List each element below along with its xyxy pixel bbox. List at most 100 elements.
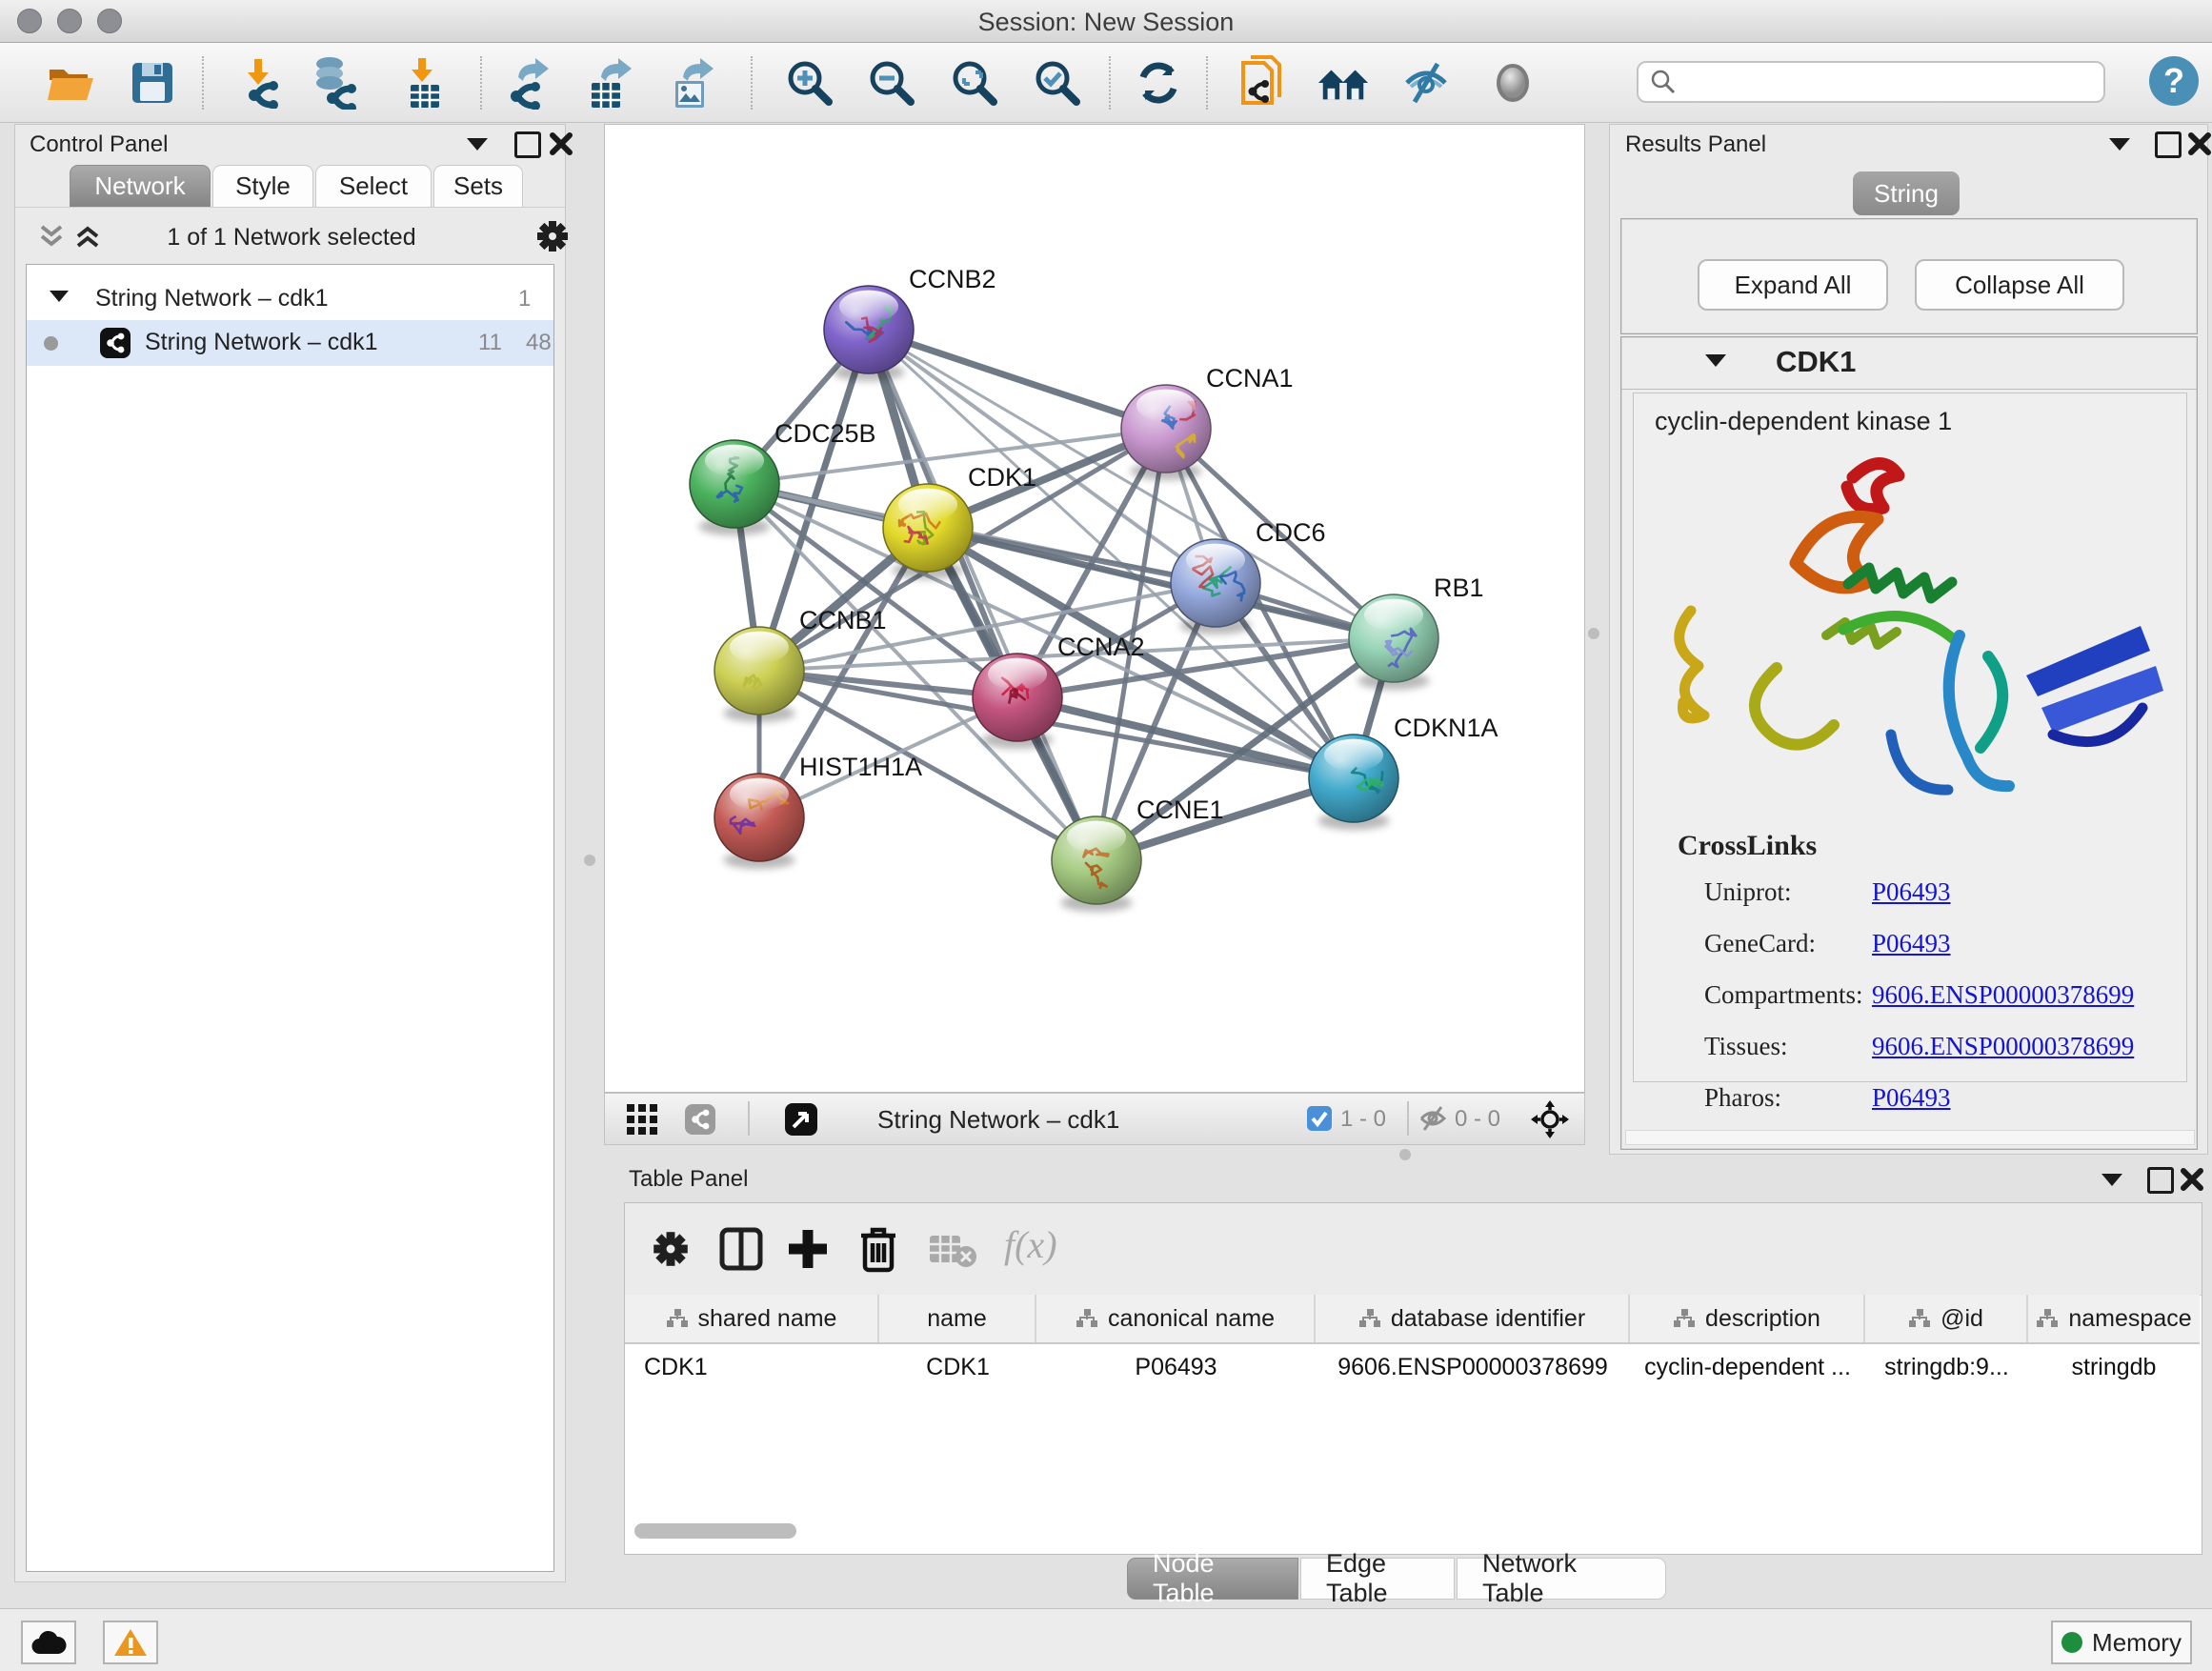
network-node-CDKN1A[interactable] bbox=[1309, 735, 1398, 830]
tab-sets[interactable]: Sets bbox=[433, 165, 523, 207]
zoom-selected-button[interactable] bbox=[1031, 56, 1084, 110]
search-field[interactable] bbox=[1637, 61, 2105, 103]
cloud-status-button[interactable] bbox=[21, 1621, 76, 1664]
protein-entry-expand-icon[interactable] bbox=[1705, 354, 1726, 367]
selected-checkbox-icon[interactable] bbox=[1306, 1105, 1333, 1132]
column-header[interactable]: @id bbox=[1865, 1295, 2028, 1342]
grid-view-icon[interactable] bbox=[626, 1103, 658, 1136]
crosslink-tissues-link[interactable]: 9606.ENSP00000378699 bbox=[1872, 1032, 2134, 1061]
column-header[interactable]: shared name bbox=[625, 1295, 879, 1342]
string-preview-button[interactable] bbox=[1486, 56, 1539, 110]
zoom-out-button[interactable] bbox=[865, 56, 918, 110]
crosslink-compartments-link[interactable]: 9606.ENSP00000378699 bbox=[1872, 980, 2134, 1010]
fit-content-button[interactable] bbox=[948, 56, 1001, 110]
window-title: Session: New Session bbox=[0, 8, 2212, 37]
node-label-CDC6: CDC6 bbox=[1256, 518, 1326, 547]
crosslink-genecard-link[interactable]: P06493 bbox=[1872, 929, 1951, 958]
network-node-CCNE1[interactable] bbox=[1052, 816, 1141, 912]
zoom-in-button[interactable] bbox=[783, 56, 836, 110]
warnings-button[interactable] bbox=[103, 1621, 158, 1664]
table-panel-float-icon[interactable] bbox=[2147, 1167, 2174, 1194]
navigate-crosshair-icon[interactable] bbox=[1531, 1100, 1569, 1138]
tab-node-table[interactable]: Node Table bbox=[1127, 1558, 1298, 1600]
column-header[interactable]: canonical name bbox=[1036, 1295, 1316, 1342]
delete-column-icon[interactable] bbox=[857, 1224, 899, 1274]
help-icon: ? bbox=[2149, 56, 2199, 106]
tab-style[interactable]: Style bbox=[212, 165, 313, 207]
search-icon bbox=[1650, 69, 1677, 95]
network-node-CDC25B[interactable] bbox=[690, 440, 779, 535]
memory-label: Memory bbox=[2092, 1628, 2182, 1658]
table-panel-collapse-icon[interactable] bbox=[2101, 1174, 2122, 1186]
left-splitter-handle[interactable] bbox=[584, 855, 595, 866]
network-collection-row[interactable]: String Network – cdk1 1 bbox=[27, 278, 553, 320]
results-hscrollbar[interactable] bbox=[1625, 1130, 2195, 1145]
tab-select[interactable]: Select bbox=[315, 165, 432, 207]
import-network-file-button[interactable] bbox=[232, 56, 286, 110]
save-session-button[interactable] bbox=[126, 56, 179, 110]
table-settings-gear-icon[interactable] bbox=[652, 1230, 690, 1268]
import-table-file-button[interactable] bbox=[397, 56, 451, 110]
memory-button[interactable]: Memory bbox=[2051, 1621, 2192, 1664]
table-panel-close-icon[interactable] bbox=[2180, 1167, 2204, 1192]
network-badge-icon[interactable] bbox=[684, 1103, 716, 1136]
refresh-view-button[interactable] bbox=[1132, 56, 1185, 110]
tab-string[interactable]: String bbox=[1853, 171, 1960, 215]
crosslink-uniprot-link[interactable]: P06493 bbox=[1872, 877, 1951, 907]
help-button[interactable]: ? bbox=[2149, 56, 2199, 106]
network-node-CDK1[interactable] bbox=[883, 484, 973, 579]
network-node-RB1[interactable] bbox=[1349, 594, 1438, 690]
export-network-button[interactable] bbox=[502, 56, 555, 110]
column-header[interactable]: database identifier bbox=[1316, 1295, 1630, 1342]
open-session-button[interactable] bbox=[45, 56, 98, 110]
table-row[interactable]: CDK1 CDK1 P06493 9606.ENSP00000378699 cy… bbox=[625, 1344, 2200, 1390]
show-columns-icon[interactable] bbox=[718, 1226, 764, 1272]
column-header[interactable]: namespace bbox=[2028, 1295, 2200, 1342]
network-node-CCNA2[interactable] bbox=[973, 654, 1062, 749]
control-panel-float-icon[interactable] bbox=[514, 131, 541, 158]
zoom-in-icon bbox=[785, 58, 835, 108]
network-node-CCNB1[interactable] bbox=[714, 627, 804, 722]
network-graph[interactable]: CCNB2CCNA1CDC25BCDK1CDC6RB1CCNB1CCNA2CDK… bbox=[605, 125, 1582, 1090]
expand-all-icon[interactable] bbox=[74, 223, 105, 250]
network-node-CCNA1[interactable] bbox=[1121, 385, 1211, 480]
protein-entry-header[interactable]: CDK1 bbox=[1621, 337, 2197, 390]
network-edge-CCNB2-CCNA1[interactable] bbox=[869, 330, 1166, 429]
collapse-all-button[interactable]: Collapse All bbox=[1915, 259, 2124, 311]
column-header[interactable]: name bbox=[879, 1295, 1036, 1342]
export-table-button[interactable] bbox=[583, 56, 636, 110]
right-splitter-handle[interactable] bbox=[1588, 628, 1599, 639]
network-row[interactable]: String Network – cdk1 11 48 bbox=[27, 320, 553, 366]
string-home-button[interactable] bbox=[1317, 56, 1370, 110]
table-hscrollbar-thumb[interactable] bbox=[634, 1523, 796, 1539]
search-input[interactable] bbox=[1677, 68, 2090, 96]
results-panel-float-icon[interactable] bbox=[2155, 131, 2182, 158]
crosslink-pharos-link[interactable]: P06493 bbox=[1872, 1083, 1951, 1113]
add-column-icon[interactable] bbox=[785, 1226, 831, 1272]
network-node-HIST1H1A[interactable] bbox=[714, 774, 804, 869]
birds-eye-view-icon[interactable] bbox=[784, 1102, 818, 1137]
network-edge-CCNB2-RB1[interactable] bbox=[869, 330, 1394, 638]
node-label-CCNB2: CCNB2 bbox=[909, 265, 996, 293]
results-panel-collapse-icon[interactable] bbox=[2109, 138, 2130, 151]
horizontal-splitter-handle[interactable] bbox=[1399, 1149, 1411, 1160]
control-panel-collapse-icon[interactable] bbox=[467, 138, 488, 151]
results-panel-close-icon[interactable] bbox=[2187, 131, 2212, 156]
tab-edge-table[interactable]: Edge Table bbox=[1300, 1558, 1455, 1600]
string-hide-button[interactable] bbox=[1399, 56, 1453, 110]
collapse-all-icon[interactable] bbox=[38, 223, 69, 250]
hidden-elements-icon[interactable] bbox=[1418, 1105, 1447, 1132]
import-network-database-button[interactable] bbox=[307, 56, 360, 110]
tab-network-table[interactable]: Network Table bbox=[1457, 1558, 1666, 1600]
collection-expand-icon[interactable] bbox=[50, 291, 69, 302]
column-header[interactable]: description bbox=[1630, 1295, 1865, 1342]
control-panel-close-icon[interactable] bbox=[549, 131, 573, 156]
network-canvas[interactable]: CCNB2CCNA1CDC25BCDK1CDC6RB1CCNB1CCNA2CDK… bbox=[604, 124, 1585, 1093]
expand-all-button[interactable]: Expand All bbox=[1698, 259, 1888, 311]
network-options-gear-icon[interactable] bbox=[535, 219, 570, 253]
tab-network[interactable]: Network bbox=[70, 165, 211, 207]
export-network-icon bbox=[505, 56, 553, 110]
string-import-button[interactable] bbox=[1236, 56, 1289, 110]
export-image-button[interactable] bbox=[667, 56, 720, 110]
node-label-CCNB1: CCNB1 bbox=[799, 606, 887, 634]
